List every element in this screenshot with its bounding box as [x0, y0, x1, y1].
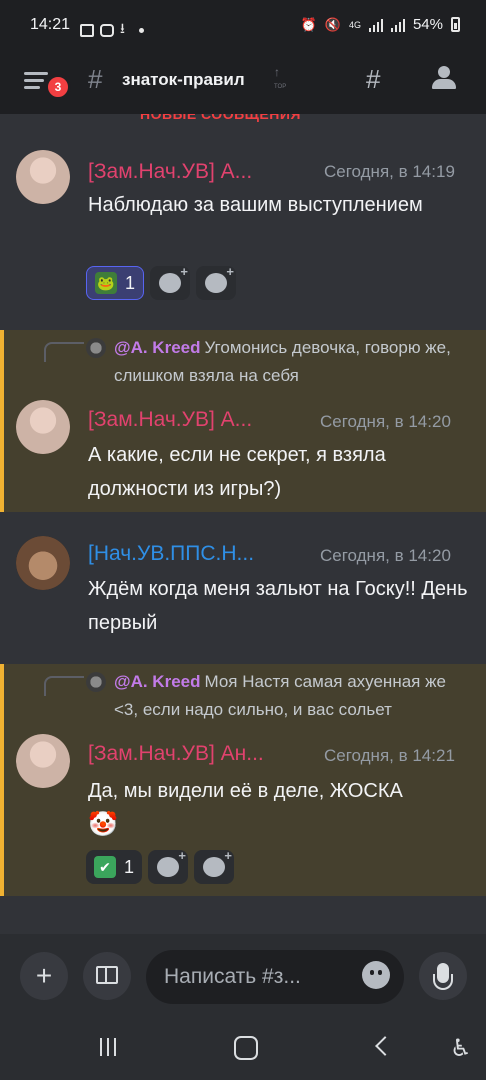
message-text: Наблюдаю за вашим выступлением [88, 194, 423, 216]
avatar[interactable] [16, 400, 70, 454]
status-bar: 14:21 ⭳ ⏰ 🔇 4G 54% [0, 0, 486, 56]
battery-percent: 54% [412, 16, 443, 33]
top-arrow-icon: ↑ TOP [274, 65, 287, 90]
emoji-picker-icon[interactable] [362, 961, 390, 989]
reply-preview[interactable]: @A. Kreed Моя Настя самая ахуенная же <3,… [114, 668, 474, 724]
reaction-pepe[interactable]: 🐸 1 [86, 266, 145, 300]
message-input-placeholder: Написать #з... [164, 965, 301, 988]
menu-line [24, 79, 44, 82]
reply-avatar [86, 338, 106, 358]
author-name[interactable]: [Нач.УВ.ППС.Н... [88, 542, 254, 566]
avatar[interactable] [16, 150, 70, 204]
new-messages-divider: НОВЫЕ СООБЩЕНИЯ [140, 114, 301, 122]
plus-icon: + [35, 960, 53, 991]
menu-line [24, 72, 48, 75]
reply-author: @A. Kreed [114, 338, 201, 357]
message-mention[interactable]: @A. Kreed Угомонись девочка, говорю же, с… [0, 330, 486, 512]
reply-preview[interactable]: @A. Kreed Угомонись девочка, говорю же, с… [114, 334, 474, 390]
reaction-check[interactable]: ✔ 1 [86, 850, 143, 884]
unread-badge: 3 [45, 74, 71, 100]
add-super-reaction-button[interactable] [196, 264, 237, 300]
threads-icon[interactable]: # [366, 64, 380, 95]
channel-title[interactable]: знаток-правил [122, 70, 245, 90]
gallery-icon [80, 23, 94, 37]
reply-author: @A. Kreed [114, 672, 201, 691]
timestamp: Сегодня, в 14:20 [320, 546, 451, 565]
super-reaction-icon [205, 264, 234, 293]
message[interactable]: [Нач.УВ.ППС.Н... Сегодня, в 14:20 Ждём к… [0, 512, 486, 662]
pepe-emoji-icon: 🐸 [95, 272, 117, 294]
battery-icon [451, 17, 460, 32]
download-icon: ⭳ [120, 20, 125, 36]
message-text: Да, мы видели её в деле, ЖОСКА 🤡 [88, 774, 478, 843]
super-reaction-icon [203, 848, 232, 877]
add-reaction-button[interactable] [150, 264, 191, 300]
signal-icon-2 [390, 18, 405, 32]
accessibility-icon[interactable]: ♿ [450, 1034, 472, 1063]
clown-emoji: 🤡 [88, 811, 118, 838]
mute-icon: 🔇 [324, 16, 341, 32]
avatar[interactable] [16, 536, 70, 590]
reactions: 🐸 1 [86, 264, 237, 300]
reply-connector [44, 342, 84, 362]
add-reaction-button[interactable] [148, 848, 189, 884]
message[interactable]: [Зам.Нач.УВ] А... Сегодня, в 14:19 Наблю… [0, 134, 486, 330]
message-mention[interactable]: @A. Kreed Моя Настя самая ахуенная же <3,… [0, 664, 486, 896]
attach-button[interactable]: + [20, 952, 68, 1000]
avatar[interactable] [16, 734, 70, 788]
message-text: Ждём когда меня зальют на Госку!! День п… [88, 578, 468, 634]
reaction-count: 1 [124, 856, 135, 877]
instagram-icon [100, 23, 114, 37]
recent-apps-button[interactable] [100, 1038, 116, 1056]
timestamp: Сегодня, в 14:21 [324, 746, 455, 765]
system-icons: ⏰ 🔇 4G 54% [301, 16, 460, 33]
reaction-count: 1 [125, 272, 136, 293]
author-name[interactable]: [Зам.Нач.УВ] А... [88, 160, 252, 184]
add-reaction-icon [157, 848, 186, 877]
alarm-icon: ⏰ [300, 16, 317, 32]
reply-avatar [86, 672, 106, 692]
author-name[interactable]: [Зам.Нач.УВ] А... [88, 408, 252, 432]
reactions: ✔ 1 [86, 848, 235, 884]
reply-connector [44, 676, 84, 696]
message-text: А какие, если не секрет, я взяла должнос… [88, 444, 386, 500]
gift-icon [96, 966, 118, 984]
hash-icon: # [88, 64, 103, 94]
add-super-reaction-button[interactable] [194, 848, 235, 884]
more-notifications-dot [138, 27, 144, 33]
signal-icon [368, 18, 383, 32]
status-time: 14:21 [30, 16, 71, 33]
notification-icons: ⭳ [80, 18, 144, 42]
message-text-content: Да, мы видели её в деле, ЖОСКА [88, 780, 403, 802]
author-name[interactable]: [Зам.Нач.УВ] Ан... [88, 742, 264, 766]
network-type: 4G [348, 19, 361, 30]
message-list[interactable]: НОВЫЕ СООБЩЕНИЯ [Зам.Нач.УВ] А... Сегодн… [0, 114, 486, 934]
timestamp: Сегодня, в 14:19 [324, 162, 455, 181]
members-icon[interactable] [430, 66, 460, 92]
menu-line [24, 86, 40, 89]
timestamp: Сегодня, в 14:20 [320, 412, 451, 431]
check-emoji-icon: ✔ [94, 856, 116, 878]
home-button[interactable] [234, 1036, 258, 1060]
add-reaction-icon [159, 264, 188, 293]
